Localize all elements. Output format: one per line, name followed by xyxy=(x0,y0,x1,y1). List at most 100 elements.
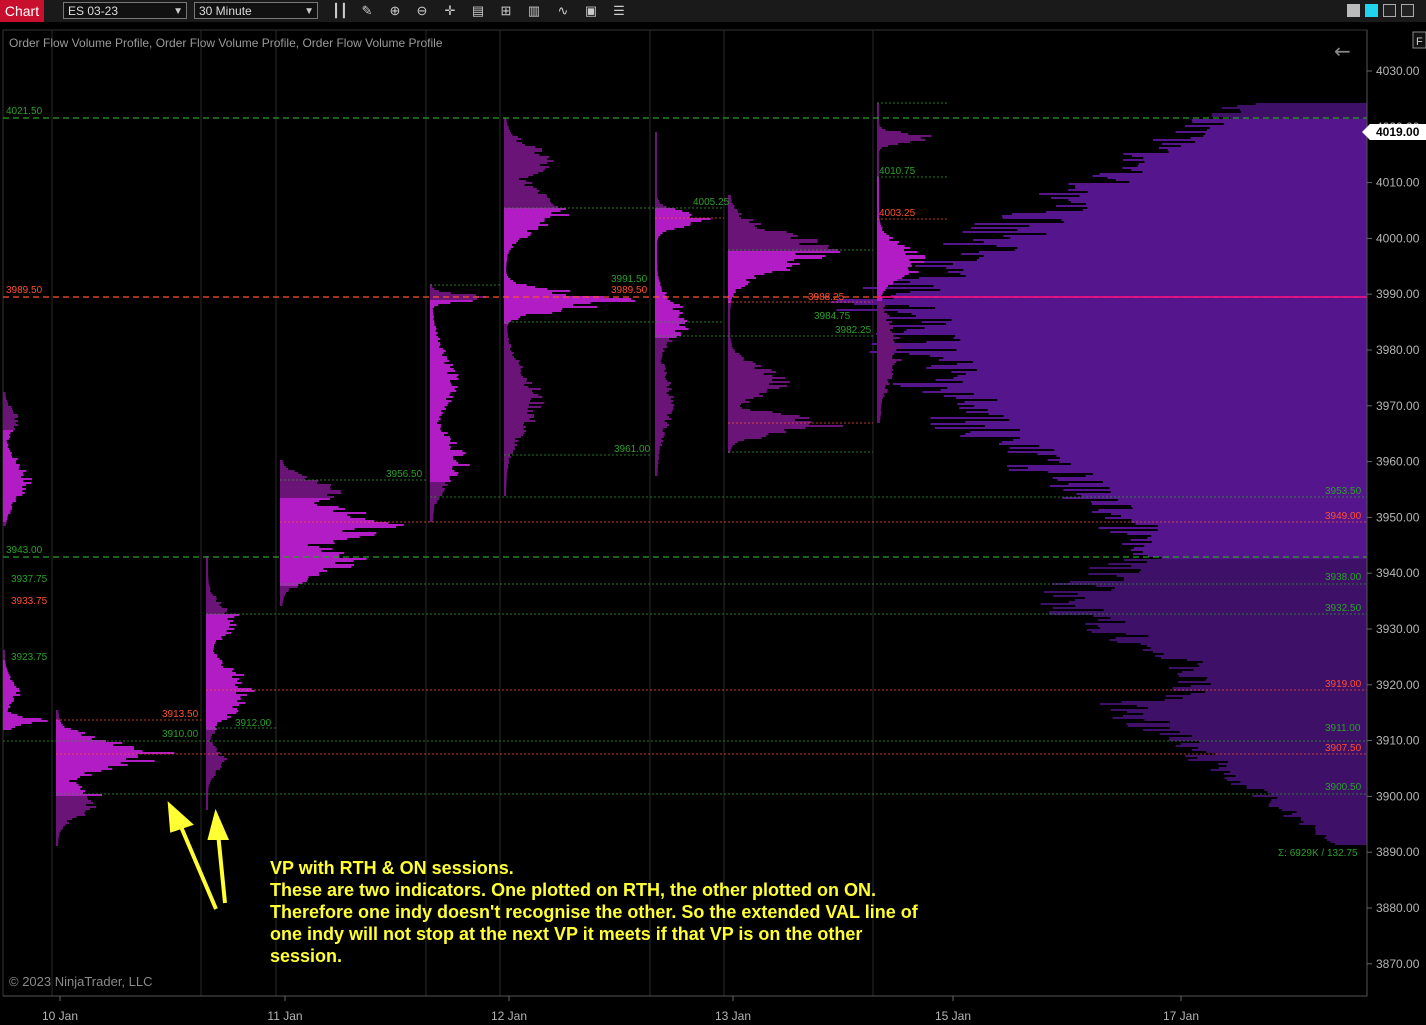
profile-bar xyxy=(504,186,534,188)
profile-bar xyxy=(504,176,529,178)
bar-type-icon[interactable]: ┃┃ xyxy=(331,2,349,20)
profile-bar xyxy=(280,502,315,504)
profile-bar xyxy=(56,822,70,824)
profile-bar xyxy=(877,329,891,331)
profile-bar xyxy=(877,121,879,123)
composite-profile-bar xyxy=(1068,189,1367,191)
profile-bar xyxy=(504,122,508,124)
profile-bar xyxy=(728,359,744,361)
composite-profile-bar xyxy=(943,357,1367,359)
window-close-button[interactable] xyxy=(1401,4,1414,17)
scroll-back-arrow-icon[interactable]: ← xyxy=(1334,39,1351,63)
profile-bar xyxy=(504,368,521,370)
profile-bar xyxy=(877,251,918,253)
composite-profile-bar xyxy=(998,443,1367,445)
price-tick-label: 3960.00 xyxy=(1376,455,1420,469)
composite-profile-bar xyxy=(996,245,1367,247)
profile-bar xyxy=(56,772,85,774)
profile-bar xyxy=(655,432,665,434)
profile-bar xyxy=(877,155,879,157)
profile-bar xyxy=(655,408,674,410)
profile-bar xyxy=(206,650,213,652)
composite-profile-bar xyxy=(1063,489,1367,491)
profile-bar xyxy=(430,314,434,316)
window-maximize-button[interactable] xyxy=(1365,4,1378,17)
composite-profile-bar xyxy=(1020,437,1367,439)
profile-bar xyxy=(655,180,657,182)
profile-bar xyxy=(728,329,731,331)
composite-profile-bar xyxy=(1163,653,1367,655)
profile-bar xyxy=(3,436,11,438)
composite-profile-bar xyxy=(1135,523,1367,525)
profile-bar xyxy=(3,652,5,654)
profile-bar xyxy=(56,814,86,816)
profile-bar xyxy=(56,732,86,734)
profile-bar xyxy=(3,452,12,454)
profile-bar xyxy=(655,170,657,172)
indicator-title: Order Flow Volume Profile, Order Flow Vo… xyxy=(9,36,443,50)
profile-bar xyxy=(504,160,554,162)
strategies-icon[interactable]: ∿ xyxy=(554,2,572,20)
volume-summary: Σ: 6929K / 132.75 xyxy=(1278,848,1358,859)
instrument-selector[interactable]: ES 03-23 ▼ xyxy=(63,2,187,19)
profile-bar xyxy=(504,344,511,346)
profile-bar xyxy=(504,260,507,262)
profile-bar xyxy=(877,285,888,287)
profile-bar xyxy=(504,336,508,338)
profile-bar xyxy=(504,218,545,220)
profile-bar xyxy=(56,826,63,828)
interval-selector[interactable]: 30 Minute ▼ xyxy=(194,2,318,19)
profile-bar xyxy=(430,342,441,344)
profile-bar xyxy=(430,492,443,494)
profile-bar xyxy=(280,460,283,462)
window-restore-button[interactable] xyxy=(1383,4,1396,17)
profile-bar xyxy=(430,416,440,418)
profile-bar xyxy=(877,385,886,387)
profile-bar xyxy=(877,129,886,131)
profile-bar xyxy=(280,572,319,574)
profile-bar xyxy=(280,602,283,604)
profile-bar xyxy=(430,376,457,378)
level-label: 3900.50 xyxy=(1325,782,1362,793)
profile-bar xyxy=(3,686,17,688)
profile-bar xyxy=(504,156,550,158)
profile-bar xyxy=(504,214,570,216)
profile-bar xyxy=(877,231,884,233)
composite-profile-bar xyxy=(983,241,1367,243)
profile-bar xyxy=(206,800,208,802)
composite-profile-bar xyxy=(1195,141,1367,143)
profile-bar xyxy=(56,742,123,744)
profile-bar xyxy=(877,123,880,125)
chart-tab[interactable]: Chart xyxy=(0,0,44,22)
profile-bar xyxy=(877,281,894,283)
composite-profile-bar xyxy=(1123,559,1367,561)
profile-bar xyxy=(206,704,239,706)
composite-profile-bar xyxy=(1068,601,1367,603)
profile-bar xyxy=(3,700,14,702)
composite-profile-bar xyxy=(1028,467,1367,469)
profile-bar xyxy=(430,516,434,518)
menu-icon[interactable]: ☰ xyxy=(610,2,628,20)
zoom-out-icon[interactable]: ⊖ xyxy=(413,2,431,20)
data-box-icon[interactable]: ▤ xyxy=(469,2,487,20)
profile-bar xyxy=(504,172,539,174)
crosshair-icon[interactable]: ✛ xyxy=(441,2,459,20)
composite-profile-bar xyxy=(1153,139,1367,141)
profile-bar xyxy=(206,632,232,634)
draw-pencil-icon[interactable]: ✎ xyxy=(358,2,376,20)
profile-bar xyxy=(728,339,731,341)
date-label: 12 Jan xyxy=(491,1009,527,1023)
window-minimize-button[interactable] xyxy=(1347,4,1360,17)
indicators-icon[interactable]: ▥ xyxy=(525,2,543,20)
zoom-in-icon[interactable]: ⊕ xyxy=(386,2,404,20)
profile-bar xyxy=(504,148,542,150)
profile-bar xyxy=(504,342,509,344)
profile-bar xyxy=(206,562,208,564)
composite-profile-bar xyxy=(1091,631,1367,633)
profile-bar xyxy=(877,115,879,117)
profile-bar xyxy=(655,424,670,426)
composite-profile-bar xyxy=(1070,201,1367,203)
templates-icon[interactable]: ▣ xyxy=(582,2,600,20)
properties-icon[interactable]: ⊞ xyxy=(497,2,515,20)
profile-bar xyxy=(877,267,908,269)
